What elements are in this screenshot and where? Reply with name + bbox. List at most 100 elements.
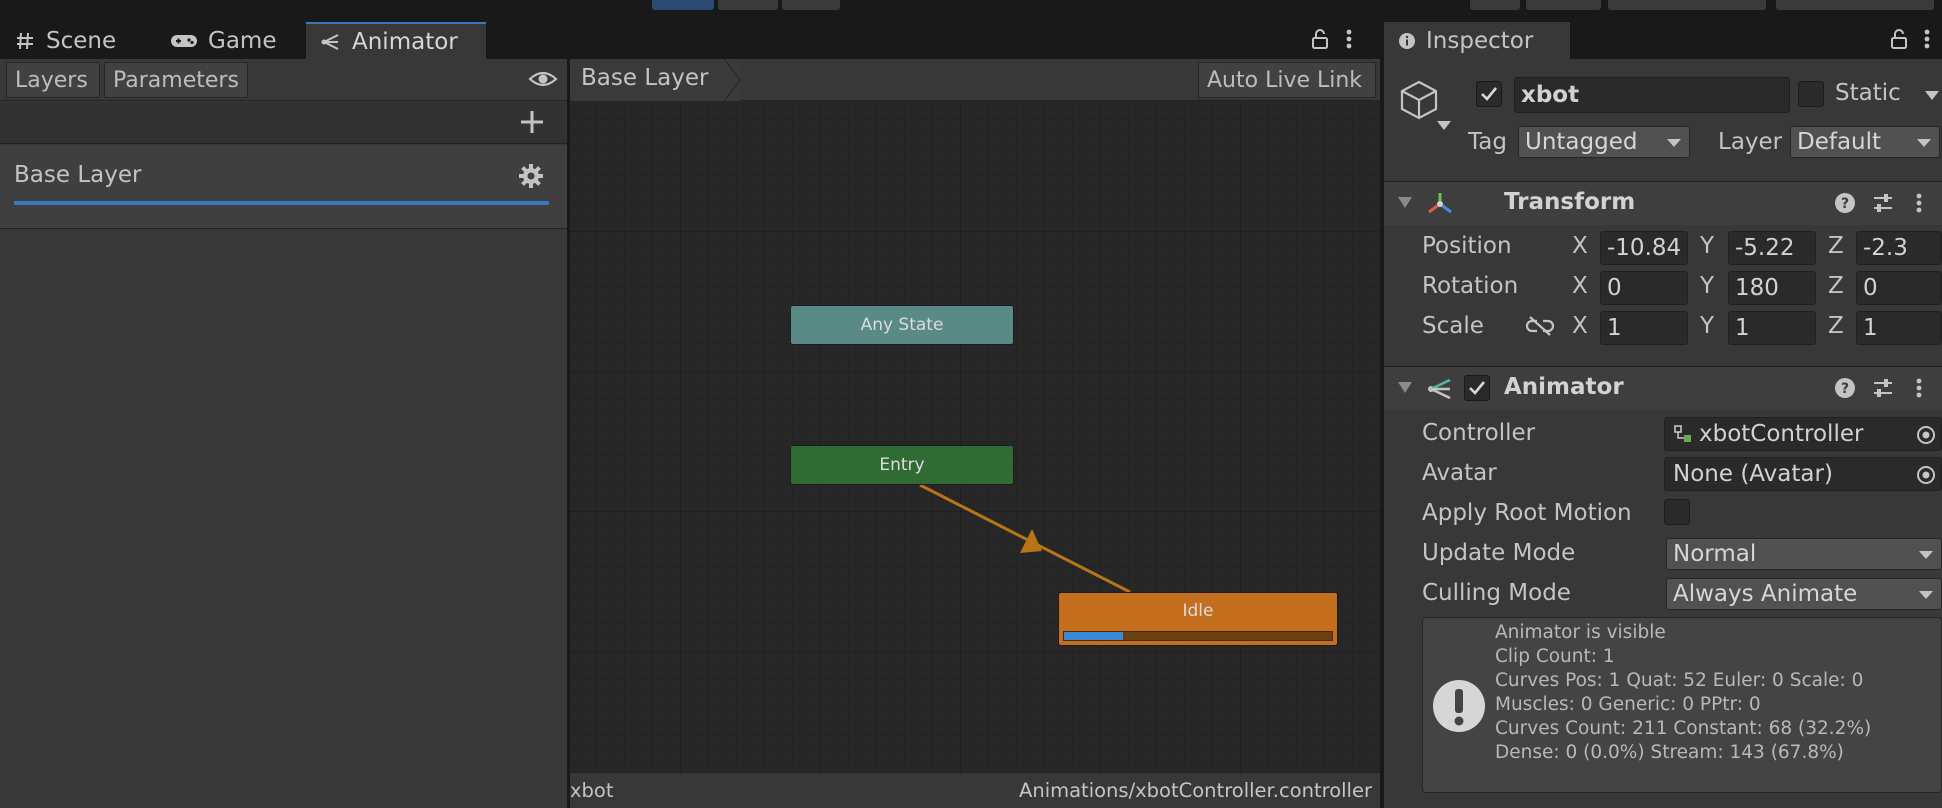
account-button[interactable] [1470,0,1520,10]
position-y-field[interactable]: -5.22 [1728,231,1816,265]
tab-scene[interactable]: Scene [0,22,160,59]
scale-y-value: 1 [1735,315,1750,341]
active-checkbox[interactable] [1476,81,1502,107]
icon-dropdown-caret-icon[interactable] [1437,121,1451,131]
position-y-label[interactable]: Y [1700,233,1714,259]
controller-field[interactable]: xbotController [1664,417,1942,451]
checkmark-icon [1469,381,1486,395]
culling-mode-dropdown[interactable]: Always Animate [1666,578,1942,610]
layer-row[interactable]: Base Layer [0,145,567,229]
state-any-state[interactable]: Any State [790,305,1014,345]
inspector-more-icon[interactable] [1922,28,1942,50]
apply-root-motion-checkbox[interactable] [1664,499,1690,525]
scale-z-label[interactable]: Z [1828,313,1844,339]
rotation-y-label[interactable]: Y [1700,273,1714,299]
inspector-lock-icon[interactable] [1889,28,1911,50]
inspector-panel: xbot Static Tag Untagged Layer Default T… [1384,59,1942,808]
component-more-icon[interactable] [1914,192,1924,218]
layer-weight-bar [14,201,549,205]
scale-y-label[interactable]: Y [1700,313,1714,339]
state-idle-progress [1063,631,1333,641]
rotation-z-field[interactable]: 0 [1856,271,1942,305]
rotation-x-value: 0 [1607,275,1622,301]
avatar-label: Avatar [1422,460,1497,486]
layers-tab-label: Layers [15,67,88,93]
position-z-field[interactable]: -2.3 [1856,231,1942,265]
chevron-down-icon [1919,591,1933,599]
checkmark-icon [1481,87,1498,101]
static-checkbox[interactable] [1798,81,1824,107]
animator-component-title: Animator [1504,374,1624,400]
object-picker-icon[interactable] [1915,424,1937,446]
rotation-y-field[interactable]: 180 [1728,271,1816,305]
object-name-input[interactable]: xbot [1514,77,1790,113]
play-button[interactable] [652,0,714,10]
layer-settings-gear-icon[interactable] [518,163,544,193]
position-x-label[interactable]: X [1572,233,1588,259]
state-entry-label: Entry [879,455,925,475]
left-tab-bar: Scene Game Animator [0,16,1380,59]
tab-game[interactable]: Game [156,22,306,59]
tag-dropdown[interactable]: Untagged [1518,126,1690,158]
controller-label: Controller [1422,420,1536,446]
position-x-value: -10.84 [1607,235,1682,261]
position-x-field[interactable]: -10.84 [1600,231,1688,265]
presets-sliders-icon[interactable] [1872,377,1894,403]
layers-dropdown[interactable] [1608,0,1766,10]
parameters-tab[interactable]: Parameters [104,62,248,98]
animator-layers-panel: Layers Parameters Base Layer [0,59,567,808]
state-idle-label: Idle [1182,601,1214,621]
state-entry[interactable]: Entry [790,445,1014,485]
avatar-value: None (Avatar) [1673,461,1833,487]
transform-icon [1426,191,1454,221]
animator-enabled-checkbox[interactable] [1464,375,1490,401]
scale-x-field[interactable]: 1 [1600,311,1688,345]
controller-value: xbotController [1699,421,1864,447]
layer-dropdown[interactable]: Default [1790,126,1940,158]
position-y-value: -5.22 [1735,235,1795,261]
animator-graph-view[interactable]: Base Layer Auto Live Link Any State Entr… [570,59,1380,808]
scale-x-label[interactable]: X [1572,313,1588,339]
avatar-field[interactable]: None (Avatar) [1664,457,1942,491]
eye-icon[interactable] [528,69,558,93]
layer-value: Default [1797,129,1882,155]
position-z-label[interactable]: Z [1828,233,1844,259]
tab-animator[interactable]: Animator [306,22,486,59]
scale-z-field[interactable]: 1 [1856,311,1942,345]
rotation-z-label[interactable]: Z [1828,273,1844,299]
panel-splitter[interactable] [1380,16,1384,808]
foldout-arrow-icon[interactable] [1398,382,1412,394]
rotation-x-field[interactable]: 0 [1600,271,1688,305]
tab-inspector[interactable]: Inspector [1384,22,1570,59]
help-icon[interactable]: ? [1834,192,1856,218]
object-picker-icon[interactable] [1915,464,1937,486]
rotation-x-label[interactable]: X [1572,273,1588,299]
state-any-state-label: Any State [860,315,944,335]
rotation-label: Rotation [1422,273,1519,299]
transition-entry-to-idle[interactable] [570,59,1380,808]
animator-component-header[interactable]: Animator ? [1384,366,1942,410]
info-line: Animator is visible [1495,622,1666,643]
more-options-icon[interactable] [1344,28,1366,50]
lock-icon[interactable] [1310,28,1332,50]
animator-component-icon [1426,376,1454,406]
update-mode-dropdown[interactable]: Normal [1666,538,1942,570]
add-layer-icon[interactable] [520,110,544,138]
unlinked-scale-icon[interactable] [1525,315,1555,341]
help-icon[interactable]: ? [1834,377,1856,403]
scale-y-field[interactable]: 1 [1728,311,1816,345]
state-idle[interactable]: Idle [1058,592,1338,646]
search-button[interactable] [1526,0,1601,10]
transform-title: Transform [1504,189,1636,215]
layout-dropdown[interactable] [1776,0,1934,10]
info-line: Clip Count: 1 [1495,646,1615,667]
layers-tab[interactable]: Layers [6,62,100,98]
transform-header[interactable]: Transform ? [1384,181,1942,225]
graph-footer: xbot Animations/xbotController.controlle… [570,772,1380,808]
pause-button[interactable] [718,0,778,10]
static-dropdown-caret-icon[interactable] [1925,91,1939,101]
step-button[interactable] [782,0,840,10]
foldout-arrow-icon[interactable] [1398,197,1412,209]
presets-sliders-icon[interactable] [1872,192,1894,218]
component-more-icon[interactable] [1914,377,1924,403]
